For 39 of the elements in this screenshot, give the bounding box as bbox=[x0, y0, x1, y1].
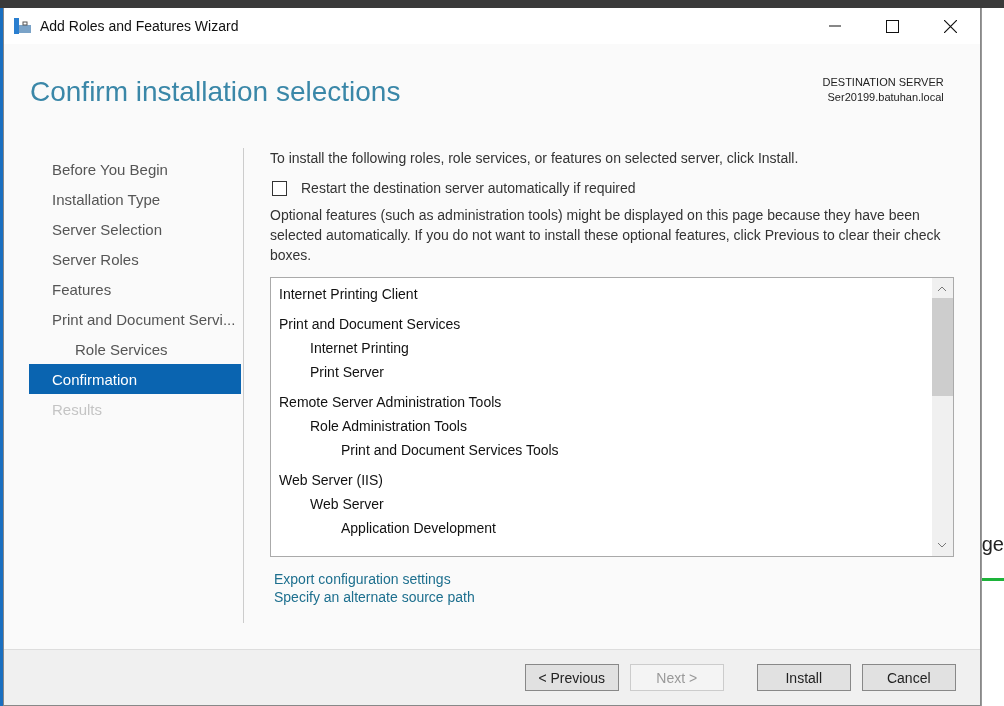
selection-item: Remote Server Administration Tools bbox=[279, 393, 503, 412]
background-text: ge bbox=[981, 533, 1004, 556]
selection-item: Web Server (IIS) bbox=[279, 471, 384, 490]
sidebar-item[interactable]: Before You Begin bbox=[29, 154, 241, 184]
selection-item: Print Server bbox=[309, 363, 385, 382]
close-icon bbox=[944, 19, 958, 33]
instruction-text: To install the following roles, role services, or features on selected server, click Install. bbox=[270, 149, 800, 168]
sidebar-item[interactable]: Confirmation bbox=[29, 364, 241, 394]
checkbox-label: Restart the destination server automatically if required bbox=[301, 179, 636, 198]
link[interactable]: Specify an alternate source path bbox=[274, 589, 954, 605]
wizard-button[interactable]: < Previous bbox=[524, 664, 619, 691]
destination-label: DESTINATION SERVER bbox=[822, 76, 944, 88]
selection-item: Internet Printing bbox=[309, 339, 410, 358]
selection-item: Application Development bbox=[340, 519, 497, 538]
scrollbar[interactable] bbox=[931, 278, 953, 556]
maximize-icon bbox=[886, 19, 900, 33]
link[interactable]: Export configuration settings bbox=[274, 571, 954, 587]
sidebar-item[interactable]: Features bbox=[29, 274, 241, 304]
sidebar-item[interactable]: Installation Type bbox=[29, 184, 241, 214]
selection-item: Print and Document Services Tools bbox=[340, 441, 560, 460]
wizard-button[interactable]: Cancel bbox=[861, 664, 956, 691]
scroll-thumb[interactable] bbox=[931, 298, 953, 396]
window-title: Add Roles and Features Wizard bbox=[40, 18, 240, 34]
sidebar-item[interactable]: Server Roles bbox=[29, 244, 241, 274]
destination-server: Ser20199.batuhan.local bbox=[827, 91, 944, 103]
sidebar-item[interactable]: Print and Document Servi... bbox=[29, 304, 241, 334]
selection-item: Internet Printing Client bbox=[279, 285, 419, 304]
sidebar-item[interactable]: Role Services bbox=[29, 334, 241, 364]
selection-item: Print and Document Services bbox=[279, 315, 462, 334]
minimize-icon bbox=[828, 25, 841, 27]
progress-line bbox=[981, 578, 1004, 581]
wizard-button[interactable]: Install bbox=[756, 664, 851, 691]
selection-item: Web Server bbox=[309, 495, 385, 514]
sidebar-item[interactable]: Server Selection bbox=[29, 214, 241, 244]
server-toolbox-icon bbox=[14, 18, 32, 34]
note-text: Optional features (such as administration tools) might be displayed on this page because they have been selected automatically. If you do not want to install these optional features, click Previous to clear their check boxes. bbox=[270, 206, 942, 265]
selection-item: Role Administration Tools bbox=[309, 417, 468, 436]
page-title: Confirm installation selections bbox=[30, 76, 401, 108]
restart-checkbox[interactable] bbox=[272, 180, 287, 196]
